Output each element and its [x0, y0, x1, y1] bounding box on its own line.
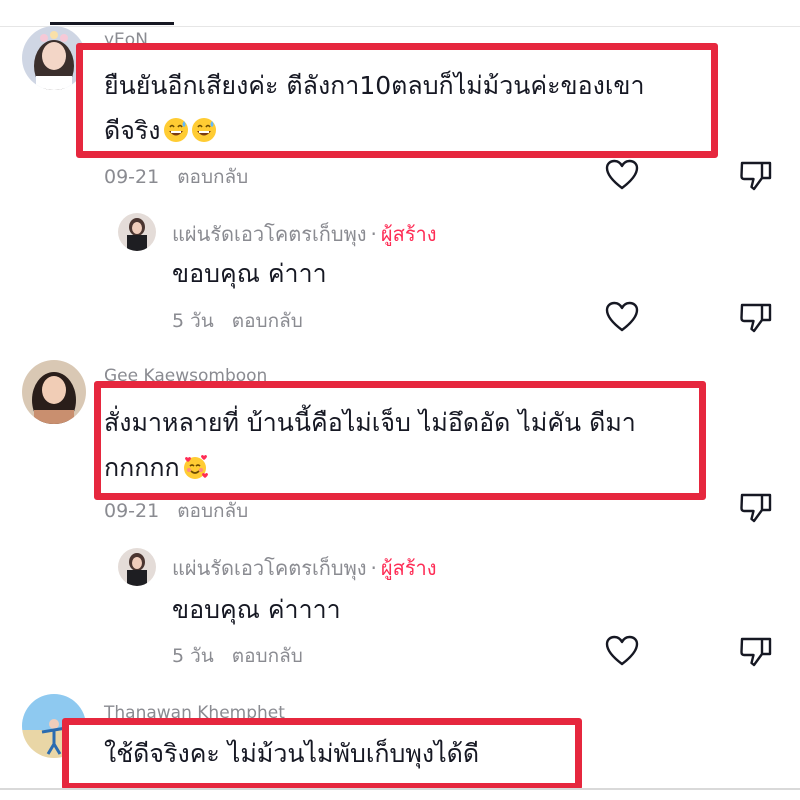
reply-link[interactable]: ตอบกลับ [232, 645, 303, 667]
comment-text-line-2-text: กกกกก [104, 453, 180, 482]
active-tab-indicator [50, 22, 174, 25]
comment-text-line-1: ยืนยันอีกเสียงค่ะ ตีลังกา10ตลบก็ไม่ม้วนค… [104, 71, 645, 100]
heart-outline-icon[interactable] [604, 634, 640, 668]
grinning-sweat-emoji [163, 117, 189, 143]
reply-text: ขอบคุณ ค่าาา [172, 259, 327, 288]
reply-text: ขอบคุณ ค่าาาา [172, 595, 341, 624]
heart-outline-icon[interactable] [604, 300, 640, 334]
avatar-creator[interactable] [118, 548, 156, 586]
bottom-divider [0, 788, 800, 790]
separator-dot: · [370, 222, 377, 246]
reply-link[interactable]: ตอบกลับ [177, 166, 248, 188]
comment-text-line-1: ใช้ดีจริงคะ ไม่ม้วนไม่พับเก็บพุงได้ดี [104, 739, 480, 768]
reply-link[interactable]: ตอบกลับ [177, 500, 248, 522]
thumbs-down-outline-icon[interactable] [738, 634, 774, 668]
reply-meta: 5 วัน ตอบกลับ [172, 645, 303, 667]
thumbs-down-outline-icon[interactable] [738, 158, 774, 192]
grinning-sweat-emoji [191, 117, 217, 143]
comment-meta: 09-21 ตอบกลับ [104, 166, 248, 188]
thumbs-down-outline-icon[interactable] [738, 490, 774, 524]
comment-text-line-2: ดีจริง [104, 113, 217, 149]
thumbs-down-outline-icon[interactable] [738, 300, 774, 334]
creator-badge: ผู้สร้าง [380, 556, 437, 580]
smiling-face-with-hearts-emoji [182, 454, 208, 480]
separator-dot: · [370, 556, 377, 580]
comment-text-line-2: กกกกก [104, 450, 208, 486]
heart-outline-icon[interactable] [604, 158, 640, 192]
reply-username-text[interactable]: แผ่นรัดเอวโคตรเก็บพุง [172, 222, 367, 246]
avatar-commenter-2[interactable] [22, 360, 86, 424]
tab-divider [0, 26, 800, 27]
creator-badge: ผู้สร้าง [380, 222, 437, 246]
comment-text-line-1: สั่งมาหลายที่ บ้านนี้คือไม่เจ็บ ไม่อึดอั… [104, 408, 636, 437]
comment-meta: 09-21 ตอบกลับ [104, 500, 248, 522]
comment-date: 09-21 [104, 166, 160, 188]
reply-meta: 5 วัน ตอบกลับ [172, 310, 303, 332]
reply-username[interactable]: แผ่นรัดเอวโคตรเก็บพุง · ผู้สร้าง [172, 224, 437, 244]
reply-username-text[interactable]: แผ่นรัดเอวโคตรเก็บพุง [172, 556, 367, 580]
reply-date: 5 วัน [172, 310, 214, 332]
reply-username[interactable]: แผ่นรัดเอวโคตรเก็บพุง · ผู้สร้าง [172, 558, 437, 578]
comment-text-line-2-text: ดีจริง [104, 116, 161, 145]
avatar-creator[interactable] [118, 213, 156, 251]
comment-date: 09-21 [104, 500, 160, 522]
reply-link[interactable]: ตอบกลับ [232, 310, 303, 332]
reply-date: 5 วัน [172, 645, 214, 667]
